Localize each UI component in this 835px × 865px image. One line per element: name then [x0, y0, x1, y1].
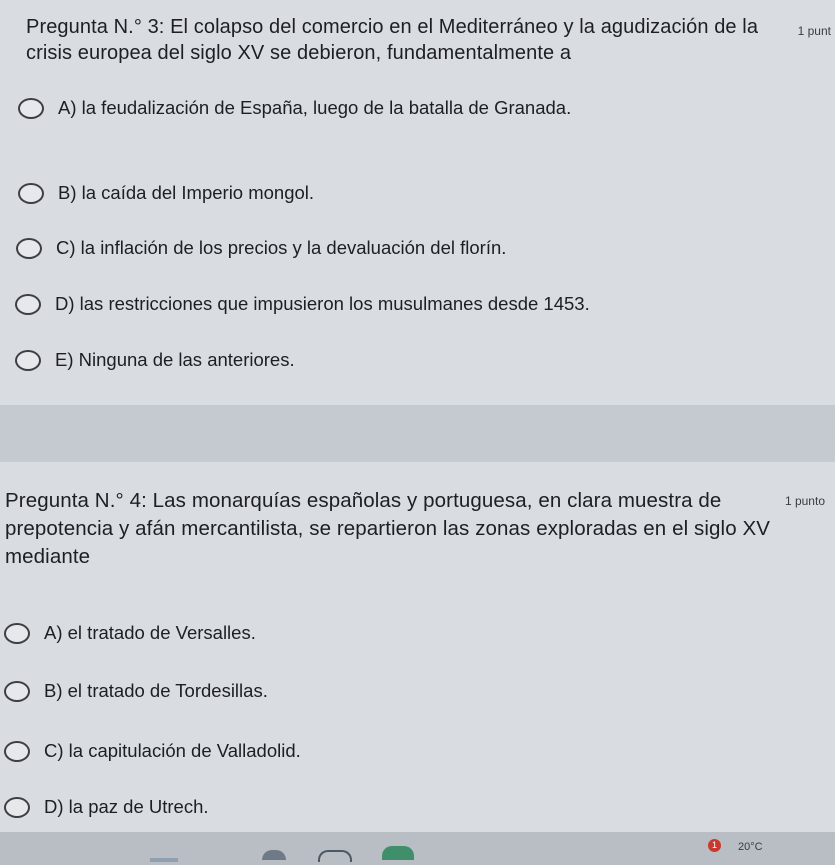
taskbar: 1 20°C — [0, 832, 835, 865]
option-label: D) las restricciones que impusieron los … — [55, 293, 590, 314]
radio-button-icon[interactable] — [4, 740, 30, 762]
question-4-option-c[interactable]: C) la capitulación de Valladolid. — [4, 740, 301, 762]
option-label: B) la caída del Imperio mongol. — [58, 182, 315, 203]
question-3-points: 1 punt — [797, 24, 831, 38]
option-label: C) la inflación de los precios y la deva… — [56, 237, 507, 258]
taskbar-app-icon[interactable] — [318, 850, 352, 862]
taskbar-app-icon[interactable] — [150, 858, 178, 862]
question-3-option-a[interactable]: A) la feudalización de España, luego de … — [18, 97, 571, 119]
radio-button-icon[interactable] — [18, 97, 44, 119]
notification-badge[interactable]: 1 — [708, 839, 721, 852]
question-3-title: Pregunta N.° 3: El colapso del comercio … — [26, 16, 759, 64]
radio-button-icon[interactable] — [4, 680, 30, 702]
question-4-option-b[interactable]: B) el tratado de Tordesillas. — [4, 680, 268, 702]
option-label: E) Ninguna de las anteriores. — [55, 349, 295, 370]
question-separator — [0, 405, 835, 462]
option-label: B) el tratado de Tordesillas. — [44, 680, 268, 701]
option-label: A) la feudalización de España, luego de … — [58, 97, 572, 118]
question-3-option-b[interactable]: B) la caída del Imperio mongol. — [18, 182, 314, 204]
taskbar-app-icon[interactable] — [382, 846, 414, 860]
weather-temperature[interactable]: 20°C — [738, 841, 763, 853]
radio-button-icon[interactable] — [18, 182, 44, 204]
question-4-points: 1 punto — [784, 494, 825, 508]
question-3: Pregunta N.° 3: El colapso del comercio … — [0, 0, 835, 405]
question-4: Pregunta N.° 4: Las monarquías españolas… — [0, 462, 835, 832]
radio-button-icon[interactable] — [15, 349, 41, 371]
option-label: D) la paz de Utrech. — [44, 796, 209, 817]
taskbar-app-icon[interactable] — [262, 850, 286, 860]
option-label: A) el tratado de Versalles. — [44, 622, 256, 643]
radio-button-icon[interactable] — [15, 293, 41, 315]
question-3-option-d[interactable]: D) las restricciones que impusieron los … — [15, 293, 590, 315]
radio-button-icon[interactable] — [16, 237, 42, 259]
radio-button-icon[interactable] — [4, 622, 30, 644]
question-3-option-c[interactable]: C) la inflación de los precios y la deva… — [16, 237, 506, 259]
question-3-option-e[interactable]: E) Ninguna de las anteriores. — [15, 349, 295, 371]
question-4-title: Pregunta N.° 4: Las monarquías españolas… — [5, 489, 771, 568]
option-label: C) la capitulación de Valladolid. — [44, 740, 301, 761]
question-4-option-a[interactable]: A) el tratado de Versalles. — [4, 622, 256, 644]
radio-button-icon[interactable] — [4, 796, 30, 818]
question-4-option-d[interactable]: D) la paz de Utrech. — [4, 796, 209, 818]
